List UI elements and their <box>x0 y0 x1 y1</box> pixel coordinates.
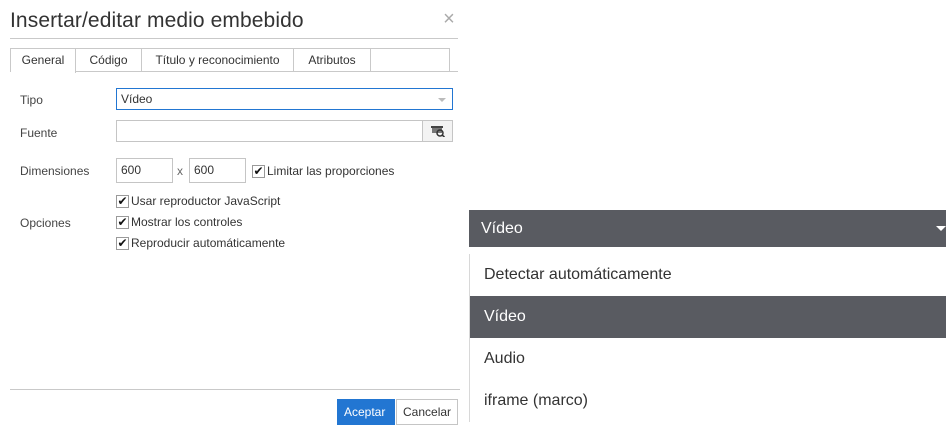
dialog-title: Insertar/editar medio embebido <box>10 9 304 32</box>
dropdown-list: Detectar automáticamente Vídeo Audio ifr… <box>469 254 946 422</box>
limitar-checkbox[interactable]: ✔ <box>252 164 265 178</box>
dropdown-selected-value: Vídeo <box>481 220 523 237</box>
option-row-autoplay[interactable]: ✔ Reproducir automáticamente <box>116 235 285 251</box>
tab-codigo[interactable]: Código <box>76 49 142 71</box>
caret-down-icon <box>936 226 946 231</box>
limitar-checkbox-row[interactable]: ✔ Limitar las proporciones <box>252 163 394 179</box>
width-input[interactable]: 600 <box>116 158 173 183</box>
accept-button[interactable]: Aceptar <box>337 399 395 425</box>
tab-titulo[interactable]: Título y reconocimiento <box>142 49 294 71</box>
tipo-value: Vídeo <box>121 92 153 106</box>
dropdown-option-video[interactable]: Vídeo <box>470 296 946 338</box>
tipo-dropdown: Vídeo Detectar automáticamente Vídeo Aud… <box>469 210 946 422</box>
tab-bar: General Código Título y reconocimiento A… <box>10 48 450 73</box>
option-label: Mostrar los controles <box>131 215 243 229</box>
footer-divider <box>10 389 460 390</box>
tab-atributos[interactable]: Atributos <box>294 49 371 71</box>
tipo-label: Tipo <box>20 93 43 107</box>
dropdown-option-iframe[interactable]: iframe (marco) <box>470 380 946 422</box>
title-divider <box>10 38 458 39</box>
tipo-select[interactable]: Vídeo <box>116 88 453 110</box>
fuente-input[interactable] <box>116 120 423 142</box>
javascript-checkbox[interactable]: ✔ <box>116 194 129 208</box>
limitar-label: Limitar las proporciones <box>267 164 395 178</box>
dropdown-option-detectar[interactable]: Detectar automáticamente <box>470 254 946 296</box>
option-row-javascript[interactable]: ✔ Usar reproductor JavaScript <box>116 193 280 209</box>
option-label: Reproducir automáticamente <box>131 236 286 250</box>
browse-icon <box>430 126 445 137</box>
cancel-button[interactable]: Cancelar <box>396 399 458 425</box>
opciones-label: Opciones <box>20 216 71 230</box>
option-row-controles[interactable]: ✔ Mostrar los controles <box>116 214 242 230</box>
close-icon[interactable]: × <box>438 8 460 30</box>
option-label: Usar reproductor JavaScript <box>131 194 281 208</box>
browse-button[interactable] <box>422 120 453 142</box>
height-input[interactable]: 600 <box>189 158 246 183</box>
dimension-separator: x <box>177 164 183 178</box>
fuente-label: Fuente <box>20 126 58 140</box>
dropdown-option-audio[interactable]: Audio <box>470 338 946 380</box>
dropdown-header[interactable]: Vídeo <box>469 210 946 247</box>
autoplay-checkbox[interactable]: ✔ <box>116 236 129 250</box>
dimensiones-label: Dimensiones <box>20 164 90 178</box>
media-dialog: Insertar/editar medio embebido × General… <box>0 0 464 425</box>
controles-checkbox[interactable]: ✔ <box>116 215 129 229</box>
active-tab-gap <box>11 70 75 72</box>
chevron-down-icon <box>438 98 446 102</box>
tab-divider <box>10 71 458 72</box>
